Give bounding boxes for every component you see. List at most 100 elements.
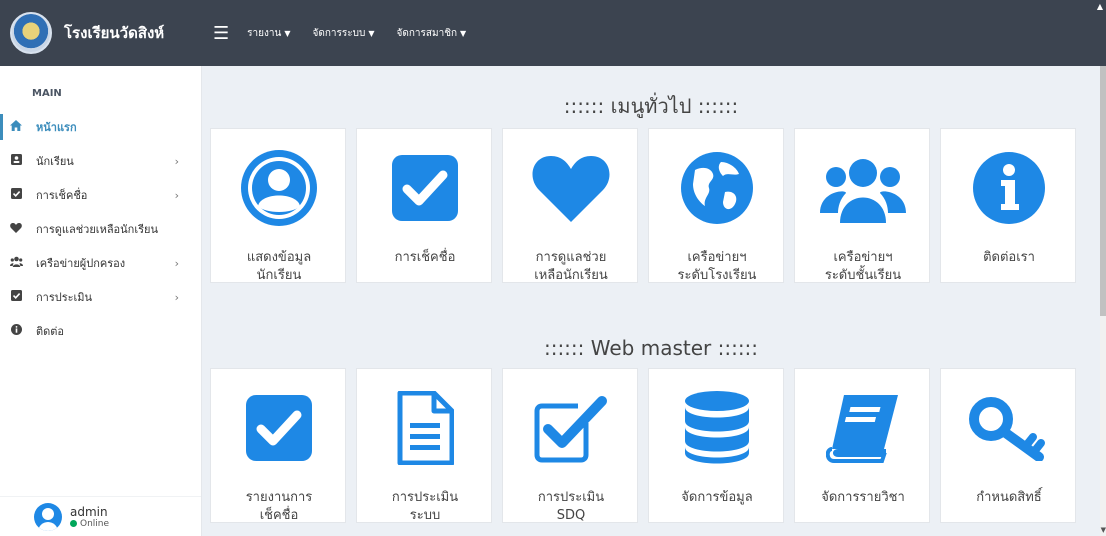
tile-label-line2: ระดับโรงเรียน [677,268,757,283]
sidebar-item-attendance[interactable]: การเช็คชื่อ › [0,178,201,212]
caret-down-icon: ▼ [460,28,467,38]
user-name: admin [70,504,108,519]
tile-contact[interactable]: ติดต่อเรา [940,128,1076,283]
caret-down-icon: ▼ [368,28,375,38]
sidebar-item-parent-network[interactable]: เครือข่ายผู้ปกครอง › [0,246,201,280]
tile-label-line2: เช็คชื่อ [259,508,299,523]
check-square-icon [10,290,22,304]
nav-menu-members[interactable]: จัดการสมาชิก ▼ [396,26,466,41]
users-icon [10,256,23,270]
tile-label-line1: เครือข่ายฯ [833,250,893,265]
tile-attendance[interactable]: การเช็คชื่อ [356,128,492,283]
home-icon [10,120,22,134]
nav-menu-label: จัดการสมาชิก [396,27,458,39]
tile-attendance-report[interactable]: รายงานการ เช็คชื่อ [210,368,346,523]
id-card-icon [10,154,22,168]
user-info: admin Online [70,505,109,529]
school-logo [10,12,52,54]
tile-label: ติดต่อเรา [941,249,1077,267]
users-icon [795,147,931,229]
nav-menu-label: จัดการระบบ [312,27,366,39]
tile-label: เครือข่ายฯระดับชั้นเรียน [795,249,931,285]
nav-menu-system[interactable]: จัดการระบบ ▼ [312,26,374,41]
sidebar-header: MAIN [32,88,62,99]
sidebar-item-contact[interactable]: ติดต่อ [0,314,201,348]
tile-label: จัดการรายวิชา [795,489,931,507]
tile-label: กำหนดสิทธิ์ [941,489,1077,507]
tile-label: รายงานการ เช็คชื่อ [211,489,347,525]
main-content: :::::: เมนูทั่วไป :::::: แสดงข้อมูลนักเร… [202,66,1100,536]
tile-school-network[interactable]: เครือข่ายฯระดับโรงเรียน [648,128,784,283]
tile-data-management[interactable]: จัดการข้อมูล [648,368,784,523]
tile-label: การประเมินระบบ [357,489,493,525]
tile-label: จัดการข้อมูล [649,489,785,507]
tile-label-line1: การประเมิน [537,490,605,505]
tile-label-line2: ระดับชั้นเรียน [824,268,902,283]
scroll-up-arrow-icon[interactable]: ▲ [1097,2,1103,11]
scroll-down-arrow-icon[interactable]: ▼ [1101,526,1106,534]
tile-label: เครือข่ายฯระดับโรงเรียน [649,249,785,285]
sidebar-item-label: หน้าแรก [36,121,77,134]
nav-menu-label: รายงาน [247,27,282,39]
sidebar-item-label: เครือข่ายผู้ปกครอง [36,257,126,270]
nav-menu: รายงาน ▼ จัดการระบบ ▼ จัดการสมาชิก ▼ [247,26,466,41]
tile-student-care[interactable]: การดูแลช่วยเหลือนักเรียน [502,128,638,283]
check-square-outline-icon [503,387,639,469]
check-square-icon [211,387,347,469]
tile-label-line1: ติดต่อเรา [983,250,1035,265]
tile-label: การเช็คชื่อ [357,249,493,267]
tile-label-line2: เหลือนักเรียน [534,268,608,283]
online-status-dot [70,520,77,527]
sidebar-item-label: ติดต่อ [36,325,65,338]
tile-class-network[interactable]: เครือข่ายฯระดับชั้นเรียน [794,128,930,283]
tile-student-info[interactable]: แสดงข้อมูลนักเรียน [210,128,346,283]
tile-label-line1: กำหนดสิทธิ์ [976,490,1042,505]
hamburger-menu-icon[interactable]: ☰ [213,23,229,44]
tile-label: การประเมิน SDQ [503,489,639,525]
tile-label-line1: แสดงข้อมูล [246,250,312,265]
sidebar-item-label: การเช็คชื่อ [36,189,88,202]
sidebar-item-home[interactable]: หน้าแรก [0,110,201,144]
caret-down-icon: ▼ [284,28,291,38]
tile-label-line1: จัดการข้อมูล [681,490,753,505]
tile-label: การดูแลช่วยเหลือนักเรียน [503,249,639,285]
section-title-webmaster: :::::: Web master :::::: [543,336,759,360]
sidebar-item-students[interactable]: นักเรียน › [0,144,201,178]
brand-name: โรงเรียนวัดสิงห์ [64,24,165,42]
globe-icon [649,147,785,229]
tile-label-line1: เครือข่ายฯ [687,250,747,265]
key-icon [941,387,1077,469]
sidebar: MAIN หน้าแรก นักเรียน › การเช็คชื่อ › กา… [0,66,202,536]
user-circle-icon [211,147,347,229]
tile-label-line1: การประเมิน [391,490,459,505]
tile-label-line2: นักเรียน [256,268,302,283]
scrollbar-thumb[interactable] [1100,66,1106,316]
tile-label-line1: จัดการรายวิชา [821,490,905,505]
avatar [34,502,62,531]
chevron-right-icon: › [174,154,179,168]
info-circle-icon [941,147,1077,229]
tile-label-line2: ระบบ [409,508,441,523]
tile-subject-management[interactable]: จัดการรายวิชา [794,368,930,523]
info-circle-icon [10,324,22,338]
user-status-text: Online [80,518,110,529]
tile-system-evaluation[interactable]: การประเมินระบบ [356,368,492,523]
book-icon [795,387,931,469]
heart-icon [503,147,639,229]
nav-menu-report[interactable]: รายงาน ▼ [247,26,290,41]
sidebar-item-evaluation[interactable]: การประเมิน › [0,280,201,314]
check-square-icon [357,147,493,229]
sidebar-item-student-care[interactable]: การดูแลช่วยเหลือนักเรียน [0,212,201,246]
brand[interactable]: โรงเรียนวัดสิงห์ [0,0,205,66]
user-panel[interactable]: admin Online [0,496,201,536]
sidebar-item-label: การประเมิน [36,291,93,304]
tile-permissions[interactable]: กำหนดสิทธิ์ [940,368,1076,523]
check-square-icon [10,188,22,202]
tile-label-line1: การดูแลช่วย [535,250,607,265]
sidebar-item-label: นักเรียน [36,155,74,168]
section-title-general: :::::: เมนูทั่วไป :::::: [563,94,739,118]
tile-sdq-evaluation[interactable]: การประเมิน SDQ [502,368,638,523]
chevron-right-icon: › [174,188,179,202]
vertical-scrollbar[interactable] [1100,66,1106,536]
tile-label: แสดงข้อมูลนักเรียน [211,249,347,285]
